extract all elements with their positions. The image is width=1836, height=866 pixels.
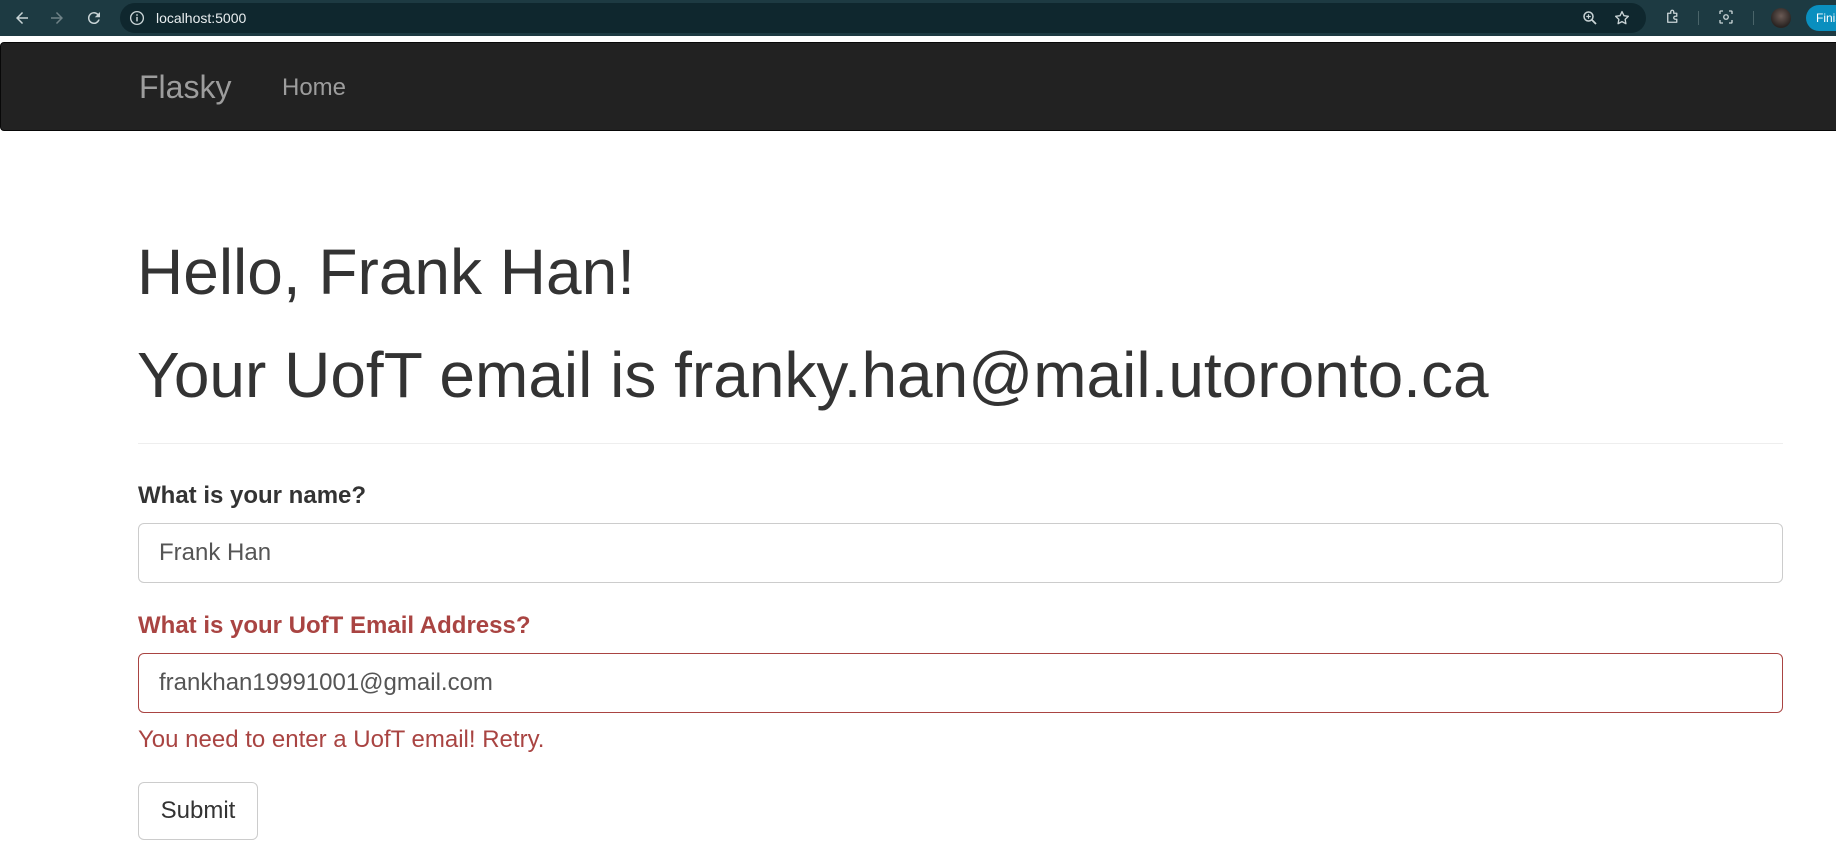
- browser-toolbar: localhost:5000 Finish: [0, 0, 1836, 36]
- lens-icon: [1719, 10, 1733, 24]
- brand-link[interactable]: Flasky: [139, 43, 231, 132]
- arrow-right-icon: [51, 12, 63, 24]
- name-input[interactable]: [138, 523, 1783, 583]
- star-icon: [1614, 10, 1630, 25]
- app-navbar: Flasky Home: [0, 42, 1836, 131]
- email-error-message: You need to enter a UofT email! Retry.: [138, 726, 545, 753]
- puzzle-icon: [1667, 9, 1678, 23]
- reload-button[interactable]: [82, 6, 106, 30]
- lens-button[interactable]: [1717, 8, 1737, 28]
- email-label: What is your UofT Email Address?: [138, 612, 531, 639]
- profile-avatar[interactable]: [1771, 8, 1791, 28]
- back-button[interactable]: [10, 6, 34, 30]
- submit-button[interactable]: Submit: [138, 782, 258, 840]
- greeting-heading: Hello, Frank Han!: [137, 236, 635, 308]
- extensions-button[interactable]: [1664, 8, 1684, 28]
- arrow-left-icon: [16, 12, 28, 24]
- toolbar-divider: [1698, 11, 1699, 25]
- header-divider: [138, 443, 1783, 444]
- zoom-icon: [1583, 11, 1597, 25]
- name-label: What is your name?: [138, 482, 367, 509]
- reload-icon: [87, 12, 100, 25]
- address-bar[interactable]: localhost:5000: [120, 3, 1646, 33]
- info-icon[interactable]: [128, 9, 146, 27]
- bookmark-button[interactable]: [1613, 9, 1633, 29]
- forward-button[interactable]: [45, 6, 69, 30]
- toolbar-divider: [1753, 11, 1754, 25]
- finish-update-button[interactable]: Finish: [1806, 5, 1836, 31]
- url-text[interactable]: localhost:5000: [156, 3, 246, 33]
- zoom-button[interactable]: [1581, 9, 1601, 29]
- email-heading: Your UofT email is franky.han@mail.utoro…: [137, 339, 1489, 411]
- email-input[interactable]: [138, 653, 1783, 713]
- nav-link-home[interactable]: Home: [282, 43, 346, 132]
